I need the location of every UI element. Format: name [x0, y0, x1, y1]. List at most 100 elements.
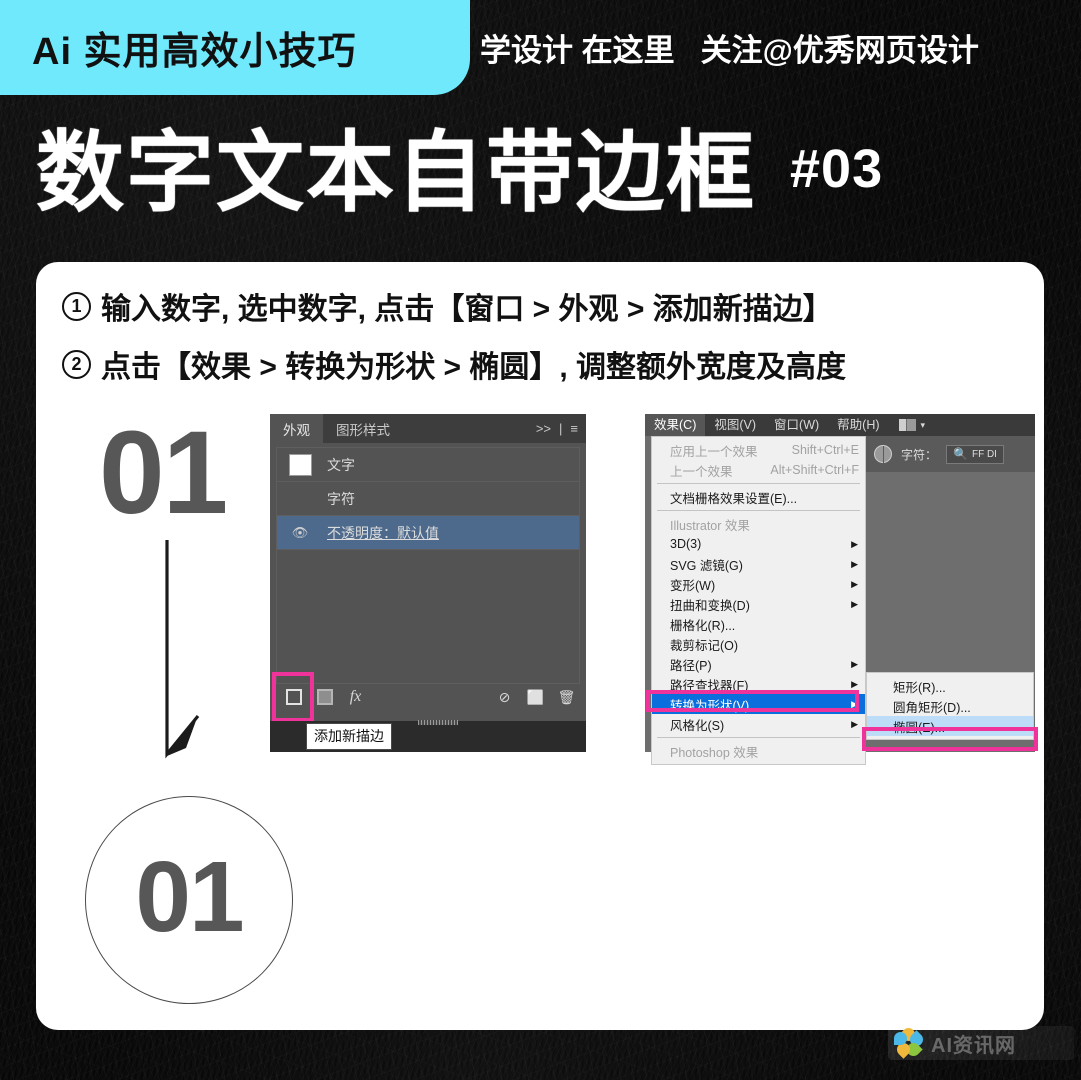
submenu-arrow-icon: ▶	[851, 578, 858, 589]
menu-item-label: 应用上一个效果	[670, 444, 758, 459]
circled-number-01: 01	[85, 796, 293, 1004]
menu-item-warp[interactable]: 变形(W) ▶	[652, 574, 865, 594]
duplicate-item-button[interactable]: ⬜	[522, 685, 549, 710]
menu-item-crop-marks[interactable]: 裁剪标记(O)	[652, 634, 865, 654]
appearance-toolbar: fx ⊘ ⬜ 🗑	[276, 680, 580, 714]
banner-right-text: 学设计 在这里 关注@优秀网页设计	[480, 0, 979, 95]
tab-graphic-styles[interactable]: 图形样式	[323, 414, 403, 443]
menu-item-label: 路径(P)	[670, 658, 712, 673]
circled-number-01-label: 01	[135, 841, 244, 953]
watermark: AI资讯网	[888, 1025, 1074, 1060]
add-new-fill-button[interactable]	[311, 685, 338, 710]
chevron-down-icon: ▾	[920, 419, 926, 430]
menu-effect[interactable]: 效果(C)	[645, 414, 706, 436]
menu-item-3d[interactable]: 3D(3) ▶	[652, 534, 865, 554]
menu-item-label: SVG 滤镜(G)	[670, 558, 743, 573]
delete-item-button[interactable]: 🗑	[553, 685, 580, 710]
menu-item-label: 风格化(S)	[670, 718, 725, 733]
menu-item-rasterize[interactable]: 栅格化(R)...	[652, 614, 865, 634]
tab-appearance[interactable]: 外观	[270, 414, 323, 443]
menu-item-stylize[interactable]: 风格化(S) ▶	[652, 714, 865, 734]
effects-menu-screenshot: 效果(C) 视图(V) 窗口(W) 帮助(H) ▾ 字符： 🔍 FF DI 应用…	[645, 414, 1038, 765]
add-new-fill-icon	[316, 689, 333, 705]
menu-item-shortcut: Alt+Shift+Ctrl+F	[770, 463, 859, 477]
banner-right-item-0: 学设计 在这里	[480, 33, 675, 68]
step-2: 2 点击【效果 > 转换为形状 > 椭圆】, 调整额外宽度及高度	[62, 342, 1022, 386]
divider-icon: |	[559, 421, 563, 436]
step-2-text: 点击【效果 > 转换为形状 > 椭圆】, 调整额外宽度及高度	[101, 351, 847, 384]
banner-tab-label: Ai 实用高效小技巧	[32, 31, 357, 73]
fill-swatch-icon[interactable]	[288, 453, 312, 476]
appearance-panel-tabs: 外观 图形样式 >> | ≡	[270, 414, 586, 443]
workspace-icon	[898, 419, 916, 431]
appearance-panel: 外观 图形样式 >> | ≡ 文字 字符 👁 不透明度：默认值 fx ⊘ ⬜ 🗑…	[270, 414, 586, 752]
appearance-row-opacity-label: 不透明度：默认值	[327, 524, 439, 541]
tooltip-add-new-stroke: 添加新描边	[306, 723, 392, 750]
flower-logo-icon	[894, 1025, 926, 1059]
scroll-nub[interactable]	[418, 720, 458, 725]
content-card: 1 输入数字, 选中数字, 点击【窗口 > 外观 > 添加新描边】 2 点击【效…	[36, 262, 1044, 1030]
workspace-switcher[interactable]: ▾	[898, 419, 926, 431]
down-arrow-icon	[165, 540, 200, 759]
menu-item-label: 扭曲和变换(D)	[670, 598, 750, 613]
menu-bar: 效果(C) 视图(V) 窗口(W) 帮助(H) ▾	[645, 414, 1035, 436]
banner-right-item-1: 关注@优秀网页设计	[700, 33, 979, 68]
submenu-arrow-icon: ▶	[851, 538, 858, 549]
menu-separator	[657, 737, 860, 738]
add-new-stroke-button[interactable]	[280, 685, 307, 710]
menu-separator	[657, 483, 860, 484]
menu-item-svg-filters[interactable]: SVG 滤镜(G) ▶	[652, 554, 865, 574]
menu-item-label: 3D(3)	[670, 537, 702, 551]
clear-appearance-button[interactable]: ⊘	[491, 685, 518, 710]
headline-number: #03	[790, 139, 884, 199]
steps-list: 1 输入数字, 选中数字, 点击【窗口 > 外观 > 添加新描边】 2 点击【效…	[62, 284, 1022, 400]
appearance-row-character[interactable]: 字符	[277, 482, 579, 516]
menu-item-label: 变形(W)	[670, 578, 716, 593]
appearance-row-opacity[interactable]: 👁 不透明度：默认值	[277, 516, 579, 550]
character-label: 字符：	[901, 447, 938, 462]
options-bar: 字符： 🔍 FF DI	[860, 436, 1035, 472]
fill-swatch-cell[interactable]	[277, 453, 323, 476]
watermark-label: AI资讯网	[931, 1034, 1016, 1057]
step-1: 1 输入数字, 选中数字, 点击【窗口 > 外观 > 添加新描边】	[62, 284, 1022, 328]
menu-help[interactable]: 帮助(H)	[828, 414, 888, 436]
appearance-row-character-label: 字符	[327, 490, 355, 507]
font-value: FF DI	[971, 448, 997, 460]
step-1-marker: 1	[62, 291, 91, 321]
menu-item-distort-transform[interactable]: 扭曲和变换(D) ▶	[652, 594, 865, 614]
top-banner: Ai 实用高效小技巧 学设计 在这里 关注@优秀网页设计	[0, 0, 1081, 95]
menu-item-last-effect[interactable]: 上一个效果 Alt+Shift+Ctrl+F	[652, 460, 865, 480]
banner-tab: Ai 实用高效小技巧	[0, 0, 470, 95]
search-icon: 🔍	[953, 447, 968, 461]
menu-item-label: 上一个效果	[670, 464, 733, 479]
submenu-arrow-icon: ▶	[851, 558, 858, 569]
font-search-field[interactable]: 🔍 FF DI	[946, 444, 1004, 464]
menu-item-apply-last-effect[interactable]: 应用上一个效果 Shift+Ctrl+E	[652, 440, 865, 460]
menu-item-document-raster-settings[interactable]: 文档栅格效果设置(E)...	[652, 487, 865, 507]
add-effect-button[interactable]: fx	[342, 685, 369, 710]
submenu-item-rounded-rectangle[interactable]: 圆角矩形(D)...	[867, 696, 1033, 716]
globe-icon[interactable]	[874, 445, 892, 464]
page-title: 数字文本自带边框	[36, 123, 757, 222]
eye-icon[interactable]: 👁	[277, 525, 323, 541]
menu-separator	[657, 510, 860, 511]
add-new-stroke-icon	[285, 689, 302, 705]
convert-to-shape-highlight	[646, 690, 859, 712]
ellipse-highlight	[862, 727, 1038, 751]
menu-group-photoshop-effects: Photoshop 效果	[670, 745, 759, 760]
appearance-row-text[interactable]: 文字	[277, 448, 579, 482]
expand-chevrons-icon[interactable]: >>	[536, 421, 551, 436]
menu-item-shortcut: Shift+Ctrl+E	[791, 443, 859, 457]
menu-window[interactable]: 窗口(W)	[765, 414, 828, 436]
submenu-item-rectangle[interactable]: 矩形(R)...	[867, 676, 1033, 696]
effect-dropdown-menu: 应用上一个效果 Shift+Ctrl+E 上一个效果 Alt+Shift+Ctr…	[651, 436, 866, 765]
appearance-row-text-label: 文字	[327, 456, 355, 473]
submenu-arrow-icon: ▶	[851, 678, 858, 689]
menu-item-path[interactable]: 路径(P) ▶	[652, 654, 865, 674]
submenu-arrow-icon: ▶	[851, 718, 858, 729]
step-1-text: 输入数字, 选中数字, 点击【窗口 > 外观 > 添加新描边】	[101, 293, 833, 326]
panel-menu-icon[interactable]: ≡	[570, 421, 578, 436]
headline: 数字文本自带边框 #03	[36, 108, 1046, 238]
submenu-arrow-icon: ▶	[851, 658, 858, 669]
menu-view[interactable]: 视图(V)	[705, 414, 765, 436]
